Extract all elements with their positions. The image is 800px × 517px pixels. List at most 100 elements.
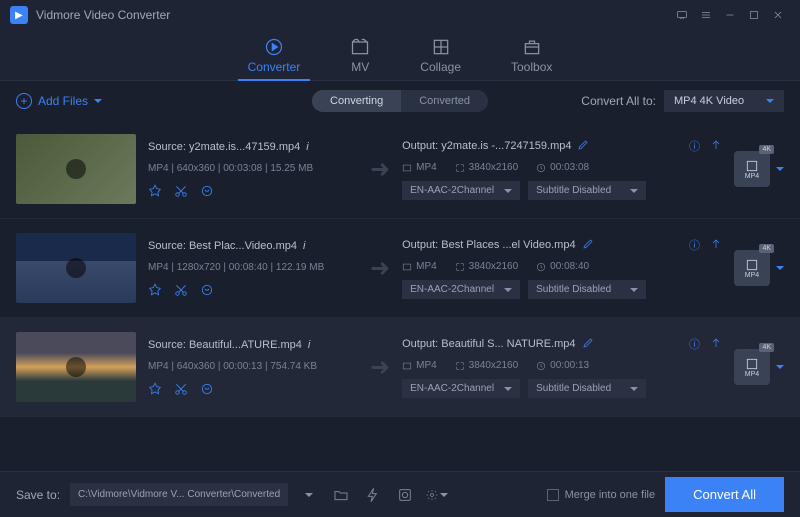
info-icon[interactable]: ⓘ bbox=[689, 336, 700, 352]
top-nav: Converter MV Collage Toolbox bbox=[0, 30, 800, 80]
hardware-accel-icon[interactable] bbox=[362, 484, 384, 506]
subtitle-dropdown[interactable]: Subtitle Disabled bbox=[528, 280, 646, 299]
compress-icon[interactable] bbox=[710, 337, 722, 352]
compress-icon[interactable] bbox=[710, 139, 722, 154]
nav-collage[interactable]: Collage bbox=[420, 38, 461, 80]
out-duration: 00:03:08 bbox=[550, 162, 589, 173]
merge-checkbox[interactable] bbox=[547, 489, 559, 501]
tab-converting[interactable]: Converting bbox=[312, 90, 401, 112]
rename-icon[interactable] bbox=[577, 139, 589, 154]
footer: Save to: C:\Vidmore\Vidmore V... Convert… bbox=[0, 471, 800, 517]
enhance-icon[interactable] bbox=[200, 184, 214, 198]
audio-dropdown[interactable]: EN-AAC-2Channel bbox=[402, 280, 520, 299]
open-folder-icon[interactable] bbox=[330, 484, 352, 506]
quality-badge: 4K bbox=[759, 343, 774, 352]
file-row[interactable]: Source: Best Plac...Video.mp4 i MP4 | 12… bbox=[0, 219, 800, 318]
app-logo-icon: ▶ bbox=[10, 6, 28, 24]
collage-icon bbox=[431, 38, 451, 56]
source-column: Source: y2mate.is...47159.mp4 i MP4 | 64… bbox=[148, 141, 358, 198]
convert-all-button[interactable]: Convert All bbox=[665, 477, 784, 512]
quality-badge: 4K bbox=[759, 145, 774, 154]
source-name: Source: Beautiful...ATURE.mp4 bbox=[148, 339, 302, 351]
output-name: Output: Beautiful S... NATURE.mp4 bbox=[402, 338, 575, 350]
source-meta: MP4 | 640x360 | 00:03:08 | 15.25 MB bbox=[148, 163, 358, 174]
edit-icon[interactable] bbox=[148, 184, 162, 198]
nav-toolbox[interactable]: Toolbox bbox=[511, 38, 552, 80]
task-schedule-icon[interactable] bbox=[394, 484, 416, 506]
tab-converted[interactable]: Converted bbox=[401, 90, 488, 112]
subtitle-dropdown[interactable]: Subtitle Disabled bbox=[528, 181, 646, 200]
file-row[interactable]: Source: Beautiful...ATURE.mp4 i MP4 | 64… bbox=[0, 318, 800, 417]
convert-all-to: Convert All to: MP4 4K Video bbox=[581, 90, 784, 112]
plus-icon: + bbox=[16, 93, 32, 109]
compress-icon[interactable] bbox=[710, 238, 722, 253]
path-dropdown-icon[interactable] bbox=[298, 484, 320, 506]
enhance-icon[interactable] bbox=[200, 382, 214, 396]
add-files-button[interactable]: + Add Files bbox=[16, 93, 102, 109]
convert-all-format-dropdown[interactable]: MP4 4K Video bbox=[664, 90, 784, 112]
close-icon[interactable] bbox=[766, 3, 790, 27]
source-name: Source: y2mate.is...47159.mp4 bbox=[148, 141, 300, 153]
format-label: MP4 bbox=[745, 272, 759, 279]
info-icon[interactable]: ⓘ bbox=[689, 237, 700, 253]
mv-icon bbox=[350, 38, 370, 56]
toolbox-icon bbox=[522, 38, 542, 56]
sub-bar: + Add Files Converting Converted Convert… bbox=[0, 80, 800, 120]
settings-icon[interactable] bbox=[426, 484, 448, 506]
chevron-down-icon[interactable] bbox=[776, 167, 784, 171]
format-label: MP4 bbox=[745, 371, 759, 378]
out-resolution: 3840x2160 bbox=[469, 360, 519, 371]
chevron-down-icon bbox=[94, 99, 102, 103]
chevron-down-icon bbox=[504, 189, 512, 193]
feedback-icon[interactable] bbox=[670, 3, 694, 27]
chevron-down-icon[interactable] bbox=[776, 266, 784, 270]
source-meta: MP4 | 1280x720 | 00:08:40 | 122.19 MB bbox=[148, 262, 358, 273]
info-icon[interactable]: i bbox=[306, 141, 308, 153]
source-column: Source: Beautiful...ATURE.mp4 i MP4 | 64… bbox=[148, 339, 358, 396]
nav-label: Collage bbox=[420, 60, 461, 74]
format-selector[interactable]: 4K MP4 bbox=[734, 250, 770, 286]
arrow-icon: ➜ bbox=[370, 353, 390, 382]
rename-icon[interactable] bbox=[582, 238, 594, 253]
nav-converter[interactable]: Converter bbox=[248, 38, 301, 80]
cut-icon[interactable] bbox=[174, 382, 188, 396]
nav-label: Toolbox bbox=[511, 60, 552, 74]
nav-mv[interactable]: MV bbox=[350, 38, 370, 80]
format-selector[interactable]: 4K MP4 bbox=[734, 349, 770, 385]
info-icon[interactable]: ⓘ bbox=[689, 138, 700, 154]
output-column: Output: y2mate.is -...7247159.mp4 ⓘ MP4 … bbox=[402, 138, 722, 200]
audio-dropdown[interactable]: EN-AAC-2Channel bbox=[402, 181, 520, 200]
enhance-icon[interactable] bbox=[200, 283, 214, 297]
edit-icon[interactable] bbox=[148, 283, 162, 297]
cut-icon[interactable] bbox=[174, 184, 188, 198]
minimize-icon[interactable] bbox=[718, 3, 742, 27]
thumbnail[interactable] bbox=[16, 233, 136, 303]
output-name: Output: y2mate.is -...7247159.mp4 bbox=[402, 140, 571, 152]
source-meta: MP4 | 640x360 | 00:00:13 | 754.74 KB bbox=[148, 361, 358, 372]
out-format: MP4 bbox=[416, 162, 437, 173]
arrow-icon: ➜ bbox=[370, 254, 390, 283]
file-row[interactable]: Source: y2mate.is...47159.mp4 i MP4 | 64… bbox=[0, 120, 800, 219]
format-selector[interactable]: 4K MP4 bbox=[734, 151, 770, 187]
cut-icon[interactable] bbox=[174, 283, 188, 297]
subtitle-dropdown[interactable]: Subtitle Disabled bbox=[528, 379, 646, 398]
source-column: Source: Best Plac...Video.mp4 i MP4 | 12… bbox=[148, 240, 358, 297]
arrow-icon: ➜ bbox=[370, 155, 390, 184]
output-name: Output: Best Places ...el Video.mp4 bbox=[402, 239, 575, 251]
menu-icon[interactable] bbox=[694, 3, 718, 27]
edit-icon[interactable] bbox=[148, 382, 162, 396]
chevron-down-icon bbox=[630, 189, 638, 193]
app-title: Vidmore Video Converter bbox=[36, 8, 170, 22]
chevron-down-icon[interactable] bbox=[776, 365, 784, 369]
maximize-icon[interactable] bbox=[742, 3, 766, 27]
rename-icon[interactable] bbox=[582, 337, 594, 352]
thumbnail[interactable] bbox=[16, 134, 136, 204]
audio-dropdown[interactable]: EN-AAC-2Channel bbox=[402, 379, 520, 398]
out-duration: 00:08:40 bbox=[550, 261, 589, 272]
info-icon[interactable]: i bbox=[303, 240, 305, 252]
info-icon[interactable]: i bbox=[308, 339, 310, 351]
thumbnail[interactable] bbox=[16, 332, 136, 402]
source-name: Source: Best Plac...Video.mp4 bbox=[148, 240, 297, 252]
out-format: MP4 bbox=[416, 261, 437, 272]
save-path-dropdown[interactable]: C:\Vidmore\Vidmore V... Converter\Conver… bbox=[70, 483, 288, 506]
